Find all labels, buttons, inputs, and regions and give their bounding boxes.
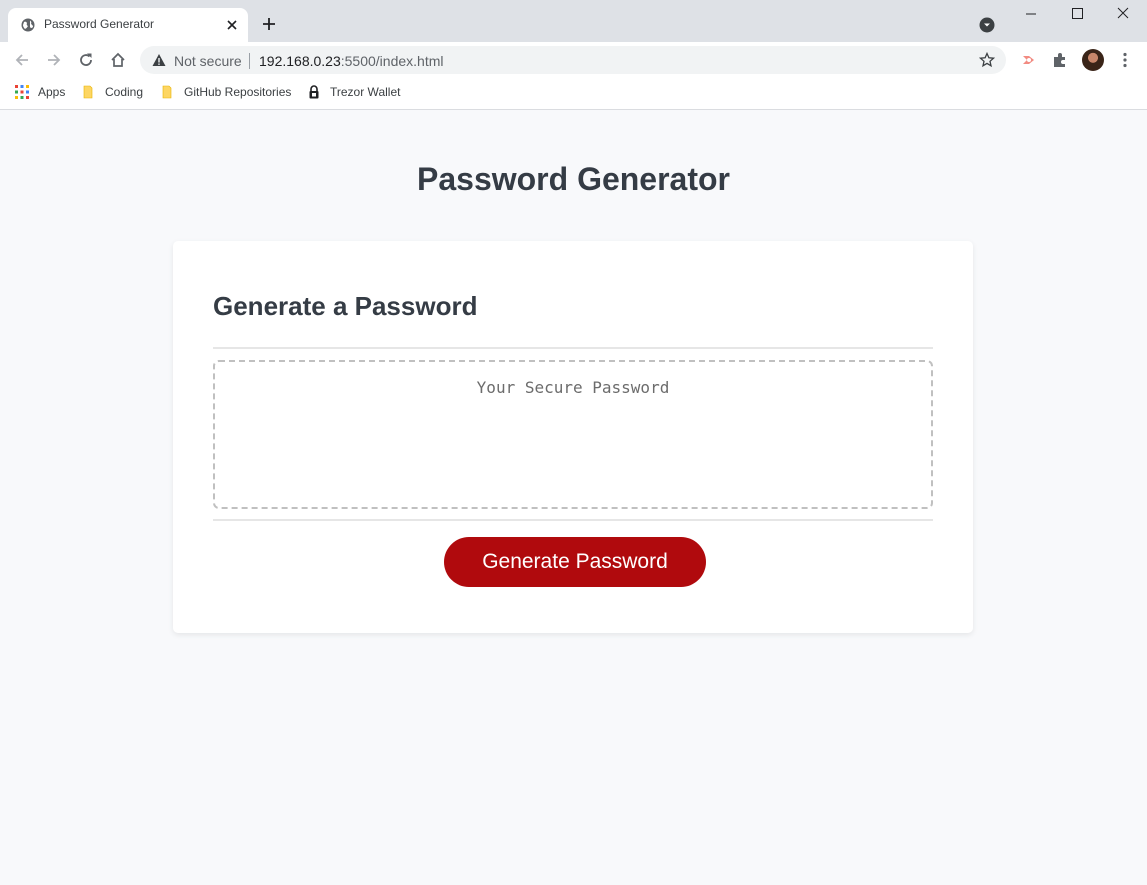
bookmark-apps[interactable]: Apps xyxy=(15,85,65,99)
bookmark-star-icon[interactable] xyxy=(979,52,995,68)
generate-password-button[interactable]: Generate Password xyxy=(444,537,706,587)
bookmark-label: Apps xyxy=(38,85,66,99)
bookmark-github-repositories[interactable]: GitHub Repositories xyxy=(161,85,291,99)
card-footer-divider xyxy=(213,519,933,521)
bookmark-trezor-wallet[interactable]: Trezor Wallet xyxy=(307,85,400,99)
address-bar[interactable]: Not secure 192.168.0.23:5500/index.html xyxy=(140,46,1006,74)
close-tab-icon[interactable] xyxy=(224,17,240,33)
url-text[interactable]: 192.168.0.23:5500/index.html xyxy=(259,53,443,69)
tab-title: Password Generator xyxy=(44,17,155,31)
folder-icon xyxy=(162,85,172,99)
tab-strip: Password Generator xyxy=(0,0,1147,42)
new-tab-icon[interactable] xyxy=(260,15,278,33)
warning-icon[interactable] xyxy=(152,53,166,67)
globe-icon xyxy=(21,18,35,32)
url-host: 192.168.0.23 xyxy=(259,53,341,69)
page-title: Password Generator xyxy=(417,161,730,197)
extension-red-icon[interactable] xyxy=(1019,51,1037,69)
maximize-icon[interactable] xyxy=(1067,5,1087,23)
minimize-icon[interactable] xyxy=(1021,5,1041,23)
card-title: Generate a Password xyxy=(213,291,478,321)
bookmark-label: Trezor Wallet xyxy=(330,85,401,99)
browser-tab[interactable]: Password Generator xyxy=(8,8,248,42)
back-arrow-icon[interactable] xyxy=(13,51,31,69)
page-body: Password Generator Generate a Password G… xyxy=(0,111,1147,885)
menu-kebab-icon[interactable] xyxy=(1116,51,1134,69)
profile-avatar[interactable] xyxy=(1082,49,1104,71)
bookmark-coding[interactable]: Coding xyxy=(82,85,143,99)
tab-search-icon[interactable] xyxy=(979,17,995,33)
home-icon[interactable] xyxy=(109,51,127,69)
browser-toolbar: Not secure 192.168.0.23:5500/index.html xyxy=(0,42,1147,78)
close-window-icon[interactable] xyxy=(1113,5,1133,23)
address-divider xyxy=(249,53,250,69)
security-status[interactable]: Not secure xyxy=(174,53,242,69)
folder-icon xyxy=(83,85,93,99)
password-output[interactable] xyxy=(213,360,933,509)
bookmark-label: Coding xyxy=(105,85,144,99)
extensions-puzzle-icon[interactable] xyxy=(1051,51,1069,69)
bookmark-label: GitHub Repositories xyxy=(184,85,292,99)
bookmarks-bar: Apps Coding GitHub Repositories Trezor W… xyxy=(0,78,1147,110)
reload-icon[interactable] xyxy=(77,51,95,69)
apps-grid-icon xyxy=(15,85,29,99)
card-header-divider xyxy=(213,347,933,349)
generator-card: Generate a Password Generate Password xyxy=(173,241,973,633)
lock-icon xyxy=(309,85,319,99)
forward-arrow-icon[interactable] xyxy=(45,51,63,69)
url-path: :5500/index.html xyxy=(340,53,444,69)
